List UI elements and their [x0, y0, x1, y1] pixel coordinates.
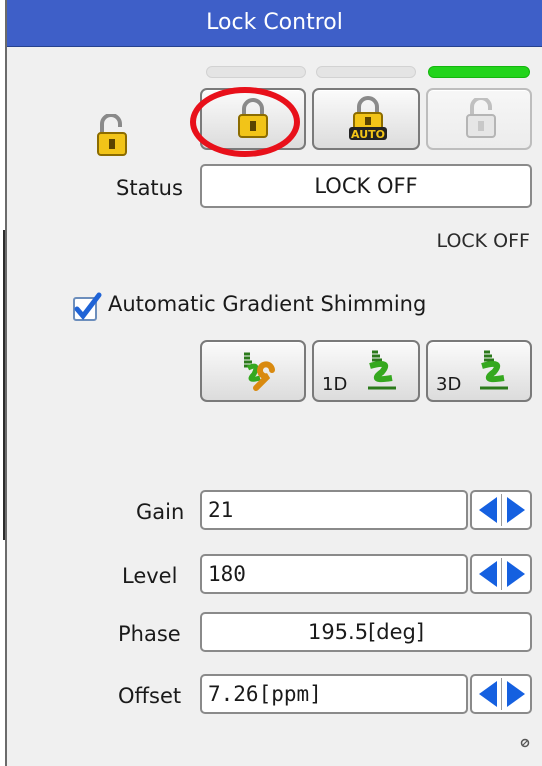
phase-field: 195.5[deg]	[200, 612, 532, 652]
lock-state-text: LOCK OFF	[436, 230, 530, 252]
phase-label: Phase	[118, 622, 181, 646]
offset-spinner	[470, 674, 532, 714]
resize-grip-icon[interactable]	[520, 738, 530, 748]
level-increase-button[interactable]	[503, 559, 529, 589]
checkbox-checked-icon	[73, 292, 102, 321]
level-spinner	[470, 554, 532, 594]
gain-spinner	[470, 490, 532, 530]
padlock-auto-icon: AUTO	[349, 96, 387, 141]
spinner-divider	[501, 494, 502, 526]
shim-setup-button[interactable]	[200, 340, 306, 402]
lock-indicator-1	[206, 66, 306, 78]
lock-state-icon	[97, 114, 127, 156]
shim-1d-label: 1D	[322, 374, 348, 395]
status-field: LOCK OFF	[200, 164, 532, 208]
shim-coil-icon	[480, 350, 508, 390]
lock-control-panel: Lock Control AUTO Status LOCK OFF LOCK O…	[0, 0, 542, 766]
lock-indicator-3	[428, 66, 530, 78]
shim-1d-button[interactable]: 1D	[312, 340, 420, 402]
gain-decrease-button[interactable]	[475, 495, 501, 525]
spinner-divider	[501, 678, 502, 710]
offset-label: Offset	[118, 684, 182, 708]
highlight-circle	[190, 87, 300, 157]
offset-increase-button[interactable]	[503, 679, 529, 709]
offset-decrease-button[interactable]	[475, 679, 501, 709]
panel-left-border	[5, 0, 7, 766]
panel-left-splitter[interactable]	[3, 230, 5, 540]
panel-title: Lock Control	[7, 0, 542, 47]
status-label: Status	[116, 176, 183, 200]
padlock-open-icon	[466, 98, 496, 138]
shim-3d-label: 3D	[436, 374, 462, 395]
gain-input[interactable]: 21	[200, 490, 468, 530]
auto-lock-button[interactable]: AUTO	[312, 88, 420, 150]
gradient-shimming-checkbox[interactable]	[72, 292, 102, 322]
svg-text:AUTO: AUTO	[351, 128, 385, 141]
shim-coil-icon	[368, 350, 396, 390]
shim-3d-button[interactable]: 3D	[426, 340, 532, 402]
gain-increase-button[interactable]	[503, 495, 529, 525]
lock-indicator-2	[316, 66, 416, 78]
level-decrease-button[interactable]	[475, 559, 501, 589]
lock-off-button[interactable]	[426, 88, 532, 150]
offset-input[interactable]: 7.26[ppm]	[200, 674, 468, 714]
gain-label: Gain	[136, 500, 185, 524]
level-label: Level	[122, 564, 178, 588]
spinner-divider	[501, 558, 502, 590]
level-input[interactable]: 180	[200, 554, 468, 594]
shim-wrench-icon	[244, 352, 275, 391]
gradient-shimming-label: Automatic Gradient Shimming	[108, 292, 427, 316]
